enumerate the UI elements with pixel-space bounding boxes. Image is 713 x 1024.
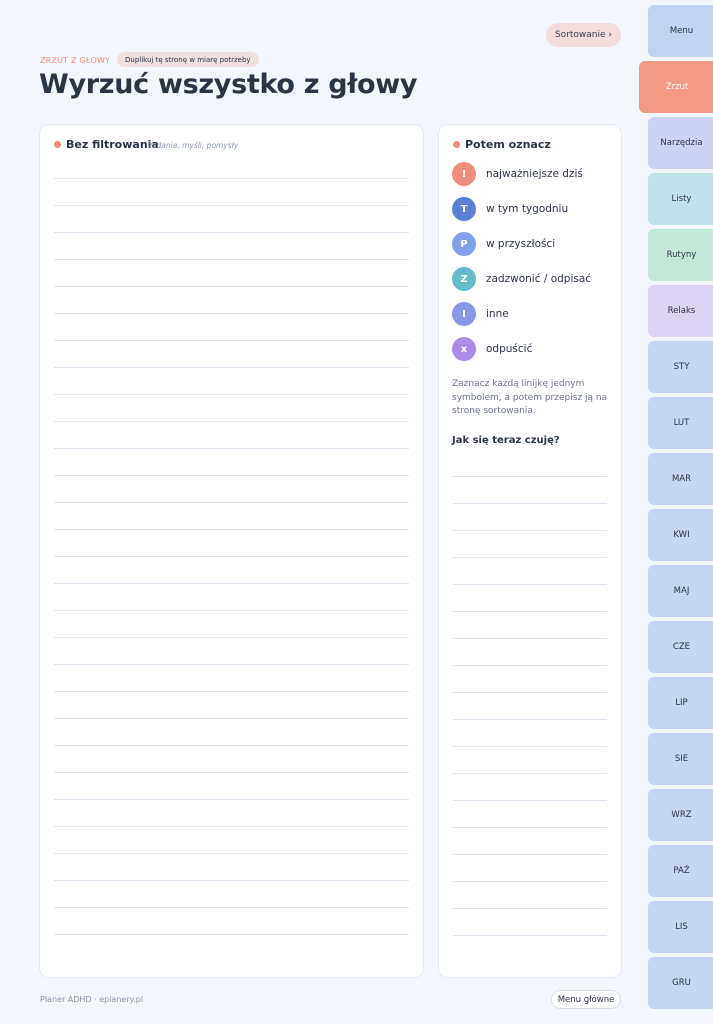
writing-line[interactable]	[54, 475, 409, 476]
writing-line[interactable]	[54, 853, 409, 854]
feelings-line[interactable]	[453, 746, 607, 747]
tab-mar[interactable]: MAR	[648, 453, 713, 505]
legend-item: Tw tym tygodniu	[452, 197, 568, 221]
legend-label: najważniejsze dziś	[486, 168, 583, 180]
feelings-line[interactable]	[453, 800, 607, 801]
tagging-title: Potem oznacz	[465, 138, 551, 151]
legend-item: Iinne	[452, 302, 509, 326]
writing-line[interactable]	[54, 340, 409, 341]
writing-line[interactable]	[54, 610, 409, 611]
legend-label: w przyszłości	[486, 238, 556, 250]
tab-wrz[interactable]: WRZ	[648, 789, 713, 841]
tab-rutyny[interactable]: Rutyny	[648, 229, 713, 281]
legend-label: zadzwonić / odpisać	[486, 273, 592, 285]
feelings-line[interactable]	[453, 584, 607, 585]
tagging-card: Potem oznacz ! najważniejsze dziś Tw tym t…	[438, 124, 622, 978]
feelings-line[interactable]	[453, 476, 607, 477]
tab-lut[interactable]: LUT	[648, 397, 713, 449]
writing-line[interactable]	[54, 745, 409, 746]
legend-item: Zzadzwonić / odpisać	[452, 267, 591, 291]
writing-line[interactable]	[54, 502, 409, 503]
feelings-line[interactable]	[453, 611, 607, 612]
writing-line[interactable]	[54, 232, 409, 233]
writing-line[interactable]	[54, 583, 409, 584]
legend-label: odpuścić	[486, 343, 533, 355]
tab-narzędzia[interactable]: Narzędzia	[648, 117, 713, 169]
feelings-line[interactable]	[453, 557, 607, 558]
writing-line[interactable]	[54, 718, 409, 719]
tab-maj[interactable]: MAJ	[648, 565, 713, 617]
brain-dump-card: Bez filtrowania zadania, myśli, pomysły	[39, 124, 424, 978]
legend-item: Pw przyszłości	[452, 232, 555, 256]
writing-line[interactable]	[54, 259, 409, 260]
writing-line[interactable]	[54, 313, 409, 314]
tab-lip[interactable]: LIP	[648, 677, 713, 729]
tab-menu[interactable]: Menu	[648, 5, 713, 57]
feelings-line[interactable]	[453, 665, 607, 666]
writing-line[interactable]	[54, 799, 409, 800]
writing-line[interactable]	[54, 178, 409, 179]
symbol-badge-icon: T	[452, 197, 476, 221]
symbol-badge-icon: P	[452, 232, 476, 256]
symbol-badge-icon: x	[452, 337, 476, 361]
writing-line[interactable]	[54, 772, 409, 773]
tab-cze[interactable]: CZE	[648, 621, 713, 673]
writing-line[interactable]	[54, 286, 409, 287]
tab-listy[interactable]: Listy	[648, 173, 713, 225]
tab-zrzut[interactable]: Zrzut	[639, 61, 713, 113]
legend-label: w tym tygodniu	[486, 203, 569, 215]
writing-line[interactable]	[54, 664, 409, 665]
writing-line[interactable]	[54, 880, 409, 881]
feelings-line[interactable]	[453, 854, 607, 855]
page-title: Wyrzuć wszystko z głowy	[39, 69, 418, 100]
feelings-line[interactable]	[453, 530, 607, 531]
tab-sie[interactable]: SIE	[648, 733, 713, 785]
tab-kwi[interactable]: KWI	[648, 509, 713, 561]
tagging-note: Zaznacz każdą linijkę jednym symbolem, a…	[452, 379, 608, 416]
brain-dump-title: Bez filtrowania	[66, 138, 159, 151]
tab-gru[interactable]: GRU	[648, 957, 713, 1009]
feelings-line[interactable]	[453, 935, 607, 936]
tab-paź[interactable]: PAŹ	[648, 845, 713, 897]
tab-relaks[interactable]: Relaks	[648, 285, 713, 337]
legend-label: inne	[486, 308, 509, 320]
writing-line[interactable]	[54, 637, 409, 638]
duplicate-hint-pill: Duplikuj tę stronę w miarę potrzeby	[117, 52, 259, 67]
tab-sty[interactable]: STY	[648, 341, 713, 393]
feelings-line[interactable]	[453, 638, 607, 639]
writing-line[interactable]	[54, 394, 409, 395]
feelings-line[interactable]	[453, 773, 607, 774]
writing-line[interactable]	[54, 421, 409, 422]
main-menu-button[interactable]: Menu główne	[551, 990, 621, 1009]
legend-item: x odpuścić	[452, 337, 532, 361]
writing-line[interactable]	[54, 448, 409, 449]
symbol-badge-icon: !	[452, 162, 476, 186]
footer-brand: Planer ADHD · eplanery.pl	[40, 995, 144, 1004]
feelings-line[interactable]	[453, 503, 607, 504]
brain-dump-subtitle: zadania, myśli, pomysły	[148, 141, 239, 150]
writing-line[interactable]	[54, 556, 409, 557]
writing-line[interactable]	[54, 691, 409, 692]
section-eyebrow: ZRZUT Z GŁOWY	[40, 56, 111, 65]
writing-line[interactable]	[54, 934, 409, 935]
feelings-line[interactable]	[453, 908, 607, 909]
bullet-dot-icon	[453, 141, 460, 148]
feelings-line[interactable]	[453, 692, 607, 693]
writing-line[interactable]	[54, 205, 409, 206]
bullet-dot-icon	[54, 141, 61, 148]
symbol-badge-icon: I	[452, 302, 476, 326]
writing-line[interactable]	[54, 529, 409, 530]
sort-button[interactable]: Sortowanie ›	[546, 23, 621, 47]
feelings-line[interactable]	[453, 881, 607, 882]
legend-item: ! najważniejsze dziś	[452, 162, 583, 186]
writing-line[interactable]	[54, 367, 409, 368]
feelings-line[interactable]	[453, 719, 607, 720]
writing-line[interactable]	[54, 826, 409, 827]
tab-lis[interactable]: LIS	[648, 901, 713, 953]
symbol-badge-icon: Z	[452, 267, 476, 291]
writing-line[interactable]	[54, 907, 409, 908]
feelings-heading: Jak się teraz czuję?	[452, 435, 560, 446]
feelings-line[interactable]	[453, 827, 607, 828]
